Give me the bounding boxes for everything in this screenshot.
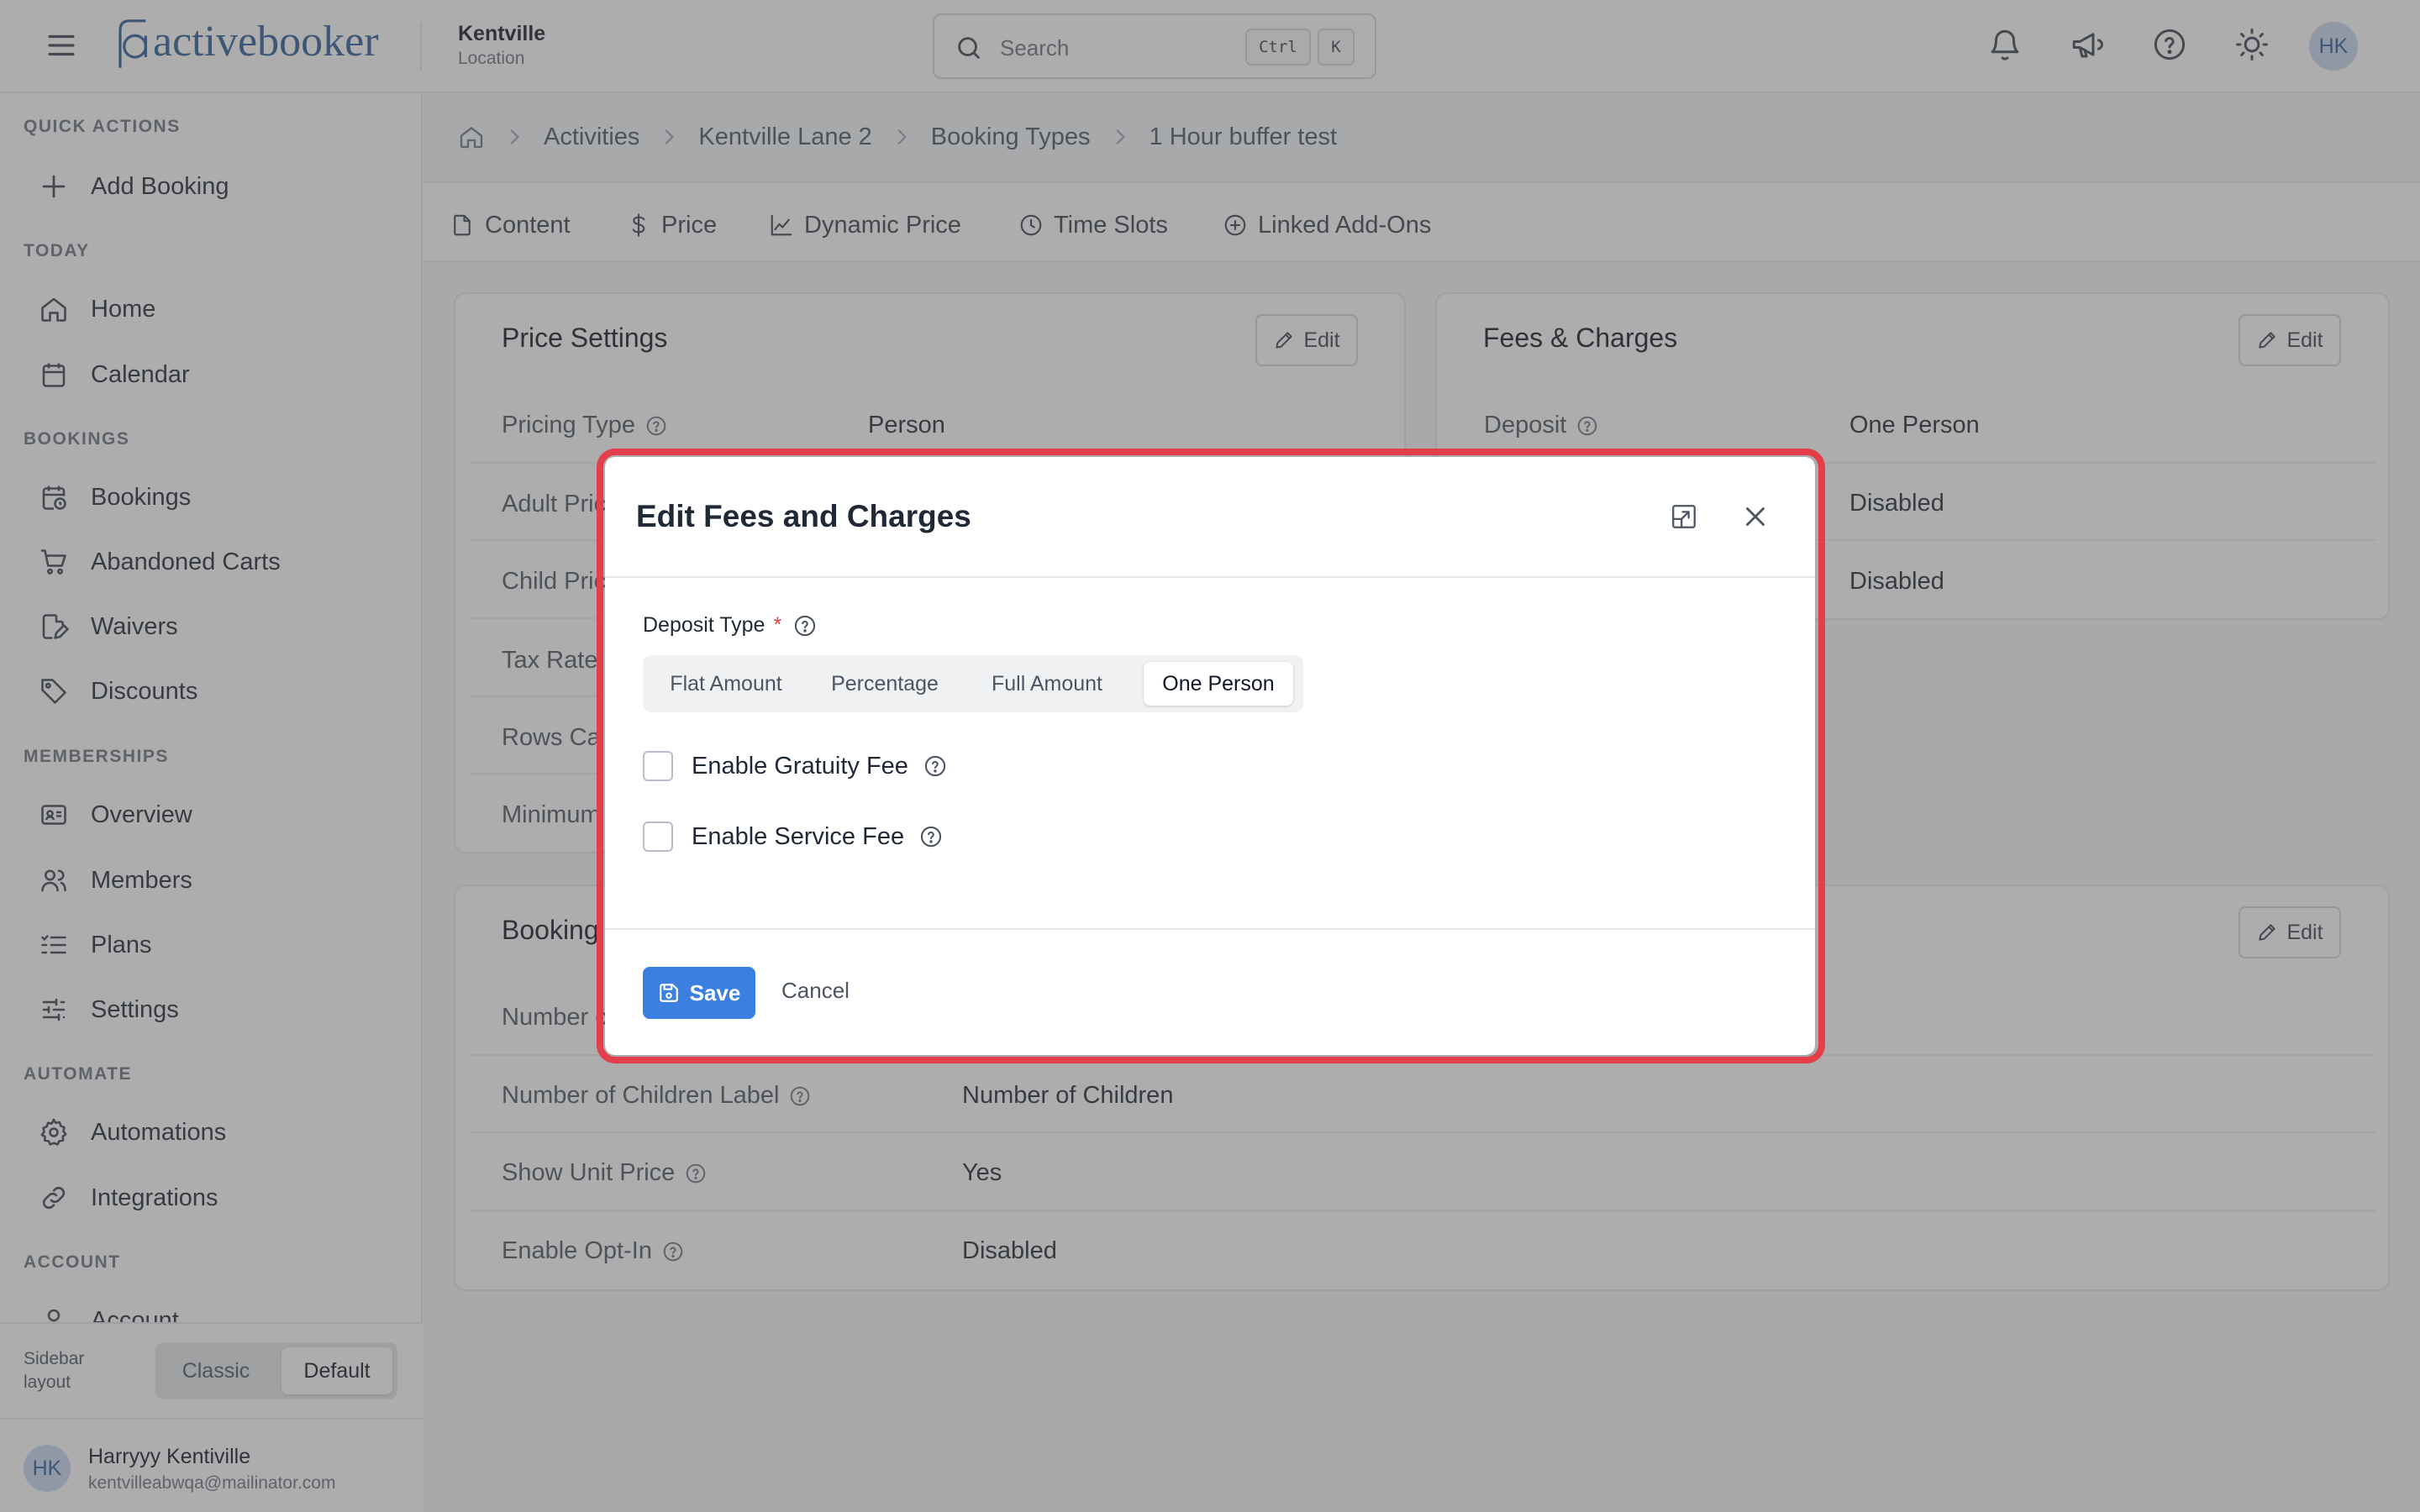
deposit-option-one-person[interactable]: One Person — [1144, 662, 1293, 706]
deposit-type-label-text: Deposit Type — [643, 613, 765, 637]
help-icon[interactable] — [793, 614, 817, 638]
help-icon[interactable] — [919, 825, 943, 848]
save-button[interactable]: Save — [643, 967, 755, 1019]
deposit-type-selector: Flat Amount Percentage Full Amount One P… — [643, 655, 1303, 712]
help-icon[interactable] — [923, 754, 947, 778]
save-label: Save — [689, 979, 741, 1005]
deposit-option-percentage[interactable]: Percentage — [809, 662, 960, 706]
required-asterisk: * — [773, 613, 782, 637]
deposit-option-full-amount[interactable]: Full Amount — [967, 662, 1127, 706]
close-icon[interactable] — [1739, 501, 1771, 533]
deposit-type-label: Deposit Type * — [643, 613, 817, 638]
gratuity-fee-label: Enable Gratuity Fee — [692, 752, 908, 780]
modal-title: Edit Fees and Charges — [636, 499, 971, 533]
edit-fees-modal: Edit Fees and Charges Deposit Type * Fla… — [605, 457, 1815, 1055]
divider — [605, 576, 1815, 578]
gratuity-fee-checkbox[interactable] — [643, 751, 673, 781]
service-fee-label: Enable Service Fee — [692, 822, 905, 850]
floppy-disk-icon — [658, 982, 680, 1004]
service-fee-checkbox[interactable] — [643, 822, 673, 852]
expand-icon[interactable] — [1670, 502, 1698, 531]
deposit-option-flat-amount[interactable]: Flat Amount — [650, 662, 802, 706]
divider — [605, 928, 1815, 930]
cancel-button[interactable]: Cancel — [781, 978, 850, 1004]
service-fee-row: Enable Service Fee — [643, 820, 943, 853]
gratuity-fee-row: Enable Gratuity Fee — [643, 749, 947, 783]
